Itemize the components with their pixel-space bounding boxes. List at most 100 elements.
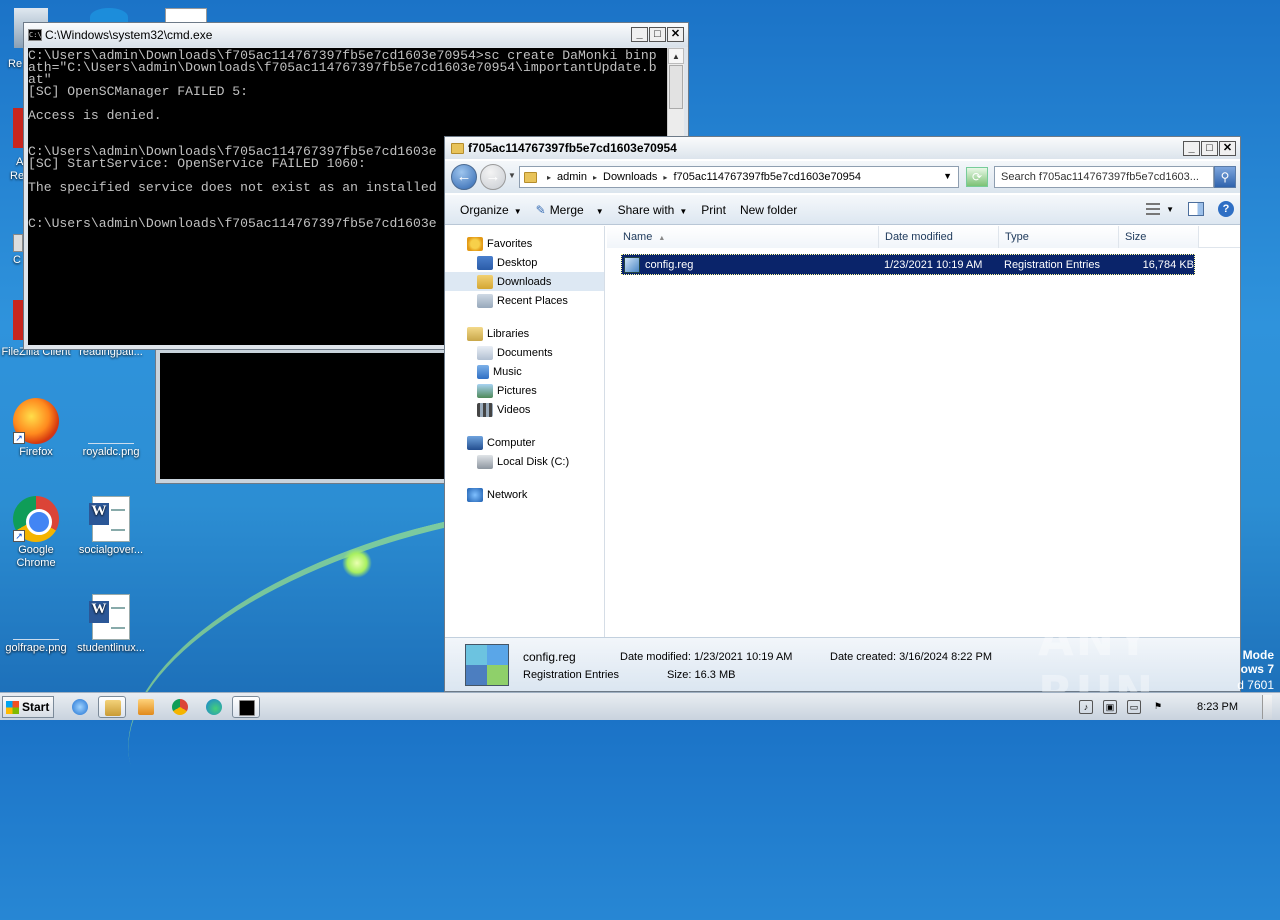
taskbar-media-player[interactable] bbox=[132, 696, 160, 718]
taskbar-edge[interactable] bbox=[200, 696, 228, 718]
desktop-icon-socialgover[interactable]: socialgover... bbox=[73, 496, 149, 557]
explorer-title: f705ac114767397fb5e7cd1603e70954 bbox=[468, 141, 677, 155]
scroll-thumb[interactable] bbox=[669, 65, 683, 109]
breadcrumb-folder[interactable]: f705ac114767397fb5e7cd1603e70954 bbox=[673, 171, 861, 183]
details-file-type: Registration Entries bbox=[523, 669, 619, 681]
desktop-icon-royaldc[interactable]: royaldc.png bbox=[73, 398, 149, 459]
nav-favorites[interactable]: Favorites bbox=[445, 234, 604, 253]
explorer-window[interactable]: f705ac114767397fb5e7cd1603e70954 _ □ ✕ ←… bbox=[444, 136, 1241, 692]
close-button[interactable]: ✕ bbox=[1219, 141, 1236, 156]
breadcrumb-admin[interactable]: admin bbox=[557, 171, 587, 183]
file-type: Registration Entries bbox=[1004, 258, 1100, 271]
breadcrumb-downloads[interactable]: Downloads bbox=[603, 171, 657, 183]
display-icon[interactable]: ▭ bbox=[1127, 700, 1142, 714]
organize-button[interactable]: Organize ▼ bbox=[453, 203, 529, 217]
nav-desktop[interactable]: Desktop bbox=[445, 253, 604, 272]
sort-ascending-icon: ▲ bbox=[658, 235, 666, 242]
minimize-button[interactable]: _ bbox=[1183, 141, 1200, 156]
desktop-icon-label: royaldc.png bbox=[82, 446, 140, 458]
explorer-titlebar[interactable]: f705ac114767397fb5e7cd1603e70954 bbox=[445, 137, 1240, 159]
acrobat-icon[interactable] bbox=[13, 108, 23, 148]
search-input[interactable]: Search f705ac114767397fb5e7cd1603... bbox=[994, 166, 1214, 188]
nav-downloads[interactable]: Downloads bbox=[445, 272, 604, 291]
start-button[interactable]: Start bbox=[2, 696, 54, 718]
taskbar-cmd[interactable] bbox=[232, 696, 260, 718]
breadcrumb-separator-icon[interactable]: ▸ bbox=[547, 173, 551, 182]
change-view-icon[interactable] bbox=[1146, 203, 1161, 215]
nav-videos[interactable]: Videos bbox=[445, 400, 604, 419]
maximize-button[interactable]: □ bbox=[1201, 141, 1218, 156]
table-row[interactable]: config.reg 1/23/2021 10:19 AM Registrati… bbox=[621, 254, 1195, 275]
minimize-button[interactable]: _ bbox=[631, 27, 648, 42]
breadcrumb-separator-icon[interactable]: ▸ bbox=[593, 173, 597, 182]
background-console-body bbox=[160, 353, 449, 479]
view-controls: ▼ ? bbox=[1146, 201, 1234, 217]
address-bar[interactable]: ▸ admin ▸ Downloads ▸ f705ac114767397fb5… bbox=[519, 166, 959, 188]
print-button[interactable]: Print bbox=[694, 203, 733, 217]
nav-music[interactable]: Music bbox=[445, 362, 604, 381]
taskbar-explorer[interactable] bbox=[98, 696, 126, 718]
cmd-title: C:\Windows\system32\cmd.exe bbox=[45, 28, 213, 42]
taskbar-chrome[interactable] bbox=[166, 696, 194, 718]
preview-pane-icon[interactable] bbox=[1188, 202, 1204, 216]
nav-local-disk[interactable]: Local Disk (C:) bbox=[445, 452, 604, 471]
show-desktop-button[interactable] bbox=[1262, 695, 1272, 719]
organize-label: Organize bbox=[460, 202, 509, 217]
nav-computer[interactable]: Computer bbox=[445, 433, 604, 452]
help-icon[interactable]: ? bbox=[1218, 201, 1234, 217]
filezilla-icon[interactable] bbox=[13, 300, 23, 340]
scroll-up-icon[interactable]: ▲ bbox=[668, 48, 684, 64]
chevron-down-icon[interactable]: ▼ bbox=[1166, 205, 1174, 214]
column-header-date[interactable]: Date modified bbox=[879, 226, 999, 248]
maximize-button[interactable]: □ bbox=[649, 27, 666, 42]
forward-button[interactable]: → bbox=[480, 164, 506, 190]
desktop-icon-chrome[interactable]: ↗ Google Chrome bbox=[0, 496, 74, 570]
share-with-button[interactable]: Share with ▼ bbox=[611, 203, 695, 217]
breadcrumb-separator-icon[interactable]: ▸ bbox=[663, 173, 667, 182]
ccleaner-icon[interactable] bbox=[13, 234, 23, 252]
column-header-size[interactable]: Size bbox=[1119, 226, 1199, 248]
details-size: Size: 16.3 MB bbox=[667, 669, 736, 681]
refresh-button[interactable]: ⟳ bbox=[966, 167, 988, 187]
nav-label: Computer bbox=[487, 436, 536, 449]
downloads-folder-icon bbox=[477, 274, 493, 289]
desktop-icon-studentlinux[interactable]: studentlinux... bbox=[73, 594, 149, 655]
close-button[interactable]: ✕ bbox=[667, 27, 684, 42]
edge-icon bbox=[206, 699, 222, 715]
desktop-icon-firefox[interactable]: ↗ Firefox bbox=[0, 398, 74, 459]
taskbar-ie[interactable] bbox=[66, 696, 94, 718]
back-button[interactable]: ← bbox=[451, 164, 477, 190]
address-dropdown-icon[interactable]: ▼ bbox=[943, 171, 952, 181]
merge-button[interactable]: ✎ Merge ▼ bbox=[529, 203, 611, 217]
details-file-name: config.reg bbox=[523, 650, 576, 664]
new-folder-button[interactable]: New folder bbox=[733, 203, 804, 217]
nav-pictures[interactable]: Pictures bbox=[445, 381, 604, 400]
network-tray-icon[interactable]: ▣ bbox=[1103, 700, 1118, 714]
column-header-name[interactable]: Name ▲ bbox=[607, 226, 879, 248]
background-console-window[interactable] bbox=[155, 348, 450, 484]
edition-text: d 7601 bbox=[1237, 678, 1274, 692]
column-header-type[interactable]: Type bbox=[999, 226, 1119, 248]
cmd-titlebar[interactable]: C:\ C:\Windows\system32\cmd.exe bbox=[24, 23, 688, 47]
nav-label: Recent Places bbox=[497, 294, 568, 307]
clock[interactable]: 8:23 PM bbox=[1197, 701, 1238, 713]
desktop-label-fragment: Re bbox=[10, 170, 25, 182]
nav-label: Favorites bbox=[487, 237, 533, 250]
file-list[interactable]: Name ▲ Date modified Type Size config.reg… bbox=[607, 226, 1240, 637]
desktop-icon-golfrape[interactable]: golfrape.png bbox=[0, 594, 74, 655]
action-center-flag-icon[interactable]: ⚑ bbox=[1151, 700, 1165, 714]
registry-file-icon bbox=[465, 644, 509, 686]
cmd-icon: C:\ bbox=[28, 29, 42, 41]
search-icon[interactable]: ⚲ bbox=[1214, 166, 1236, 188]
chevron-down-icon: ▼ bbox=[595, 206, 604, 216]
computer-icon bbox=[467, 435, 483, 450]
recent-pages-dropdown[interactable]: ▼ bbox=[508, 171, 516, 180]
nav-documents[interactable]: Documents bbox=[445, 343, 604, 362]
nav-label: Videos bbox=[497, 403, 531, 416]
file-name: config.reg bbox=[645, 258, 694, 271]
nav-libraries[interactable]: Libraries bbox=[445, 324, 604, 343]
volume-icon[interactable]: ♪ bbox=[1079, 700, 1094, 714]
nav-network[interactable]: Network bbox=[445, 485, 604, 504]
nav-recent-places[interactable]: Recent Places bbox=[445, 291, 604, 310]
chevron-down-icon: ▼ bbox=[513, 206, 522, 216]
